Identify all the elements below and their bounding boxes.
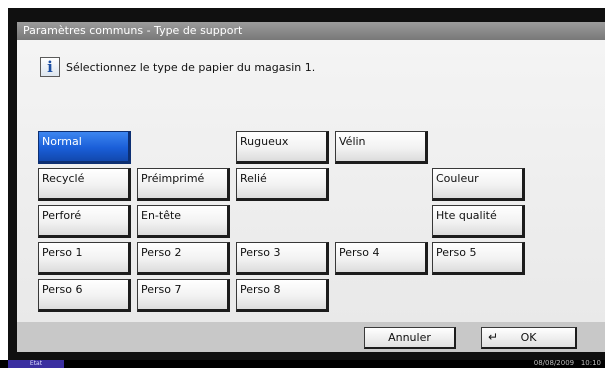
- media-type-perfore-button[interactable]: Perforé: [38, 205, 131, 238]
- status-date: 08/08/2009: [533, 359, 575, 367]
- info-icon: i: [40, 57, 60, 77]
- media-type-velin-button[interactable]: Vélin: [335, 131, 428, 164]
- status-bar: [0, 360, 605, 368]
- media-type-entete-button[interactable]: En-tête: [137, 205, 230, 238]
- media-type-perso6-button[interactable]: Perso 6: [38, 279, 131, 312]
- instruction-text: Sélectionnez le type de papier du magasi…: [66, 61, 316, 74]
- enter-arrow-icon: ↵: [488, 330, 499, 344]
- screen-title: Paramètres communs - Type de support: [17, 22, 605, 40]
- media-type-perso2-button[interactable]: Perso 2: [137, 242, 230, 275]
- media-type-perso3-button[interactable]: Perso 3: [236, 242, 329, 275]
- cancel-button[interactable]: Annuler: [364, 327, 456, 349]
- media-type-couleur-button[interactable]: Couleur: [432, 168, 525, 201]
- media-type-perso8-button[interactable]: Perso 8: [236, 279, 329, 312]
- media-type-perso4-button[interactable]: Perso 4: [335, 242, 428, 275]
- ok-button-label: OK: [520, 331, 537, 344]
- status-button[interactable]: État: [8, 360, 64, 368]
- status-time: 10:10: [580, 359, 601, 367]
- status-datetime: 08/08/2009 10:10: [534, 359, 601, 368]
- media-type-rugueux-button[interactable]: Rugueux: [236, 131, 329, 164]
- media-type-perso5-button[interactable]: Perso 5: [432, 242, 525, 275]
- media-type-normal-button[interactable]: Normal: [38, 131, 131, 164]
- ok-button[interactable]: ↵ OK: [481, 327, 577, 349]
- media-type-preimprime-button[interactable]: Préimprimé: [137, 168, 230, 201]
- media-type-perso7-button[interactable]: Perso 7: [137, 279, 230, 312]
- media-type-perso1-button[interactable]: Perso 1: [38, 242, 131, 275]
- media-type-relie-button[interactable]: Relié: [236, 168, 329, 201]
- media-type-hte-qualite-button[interactable]: Hte qualité: [432, 205, 525, 238]
- media-type-recycle-button[interactable]: Recyclé: [38, 168, 131, 201]
